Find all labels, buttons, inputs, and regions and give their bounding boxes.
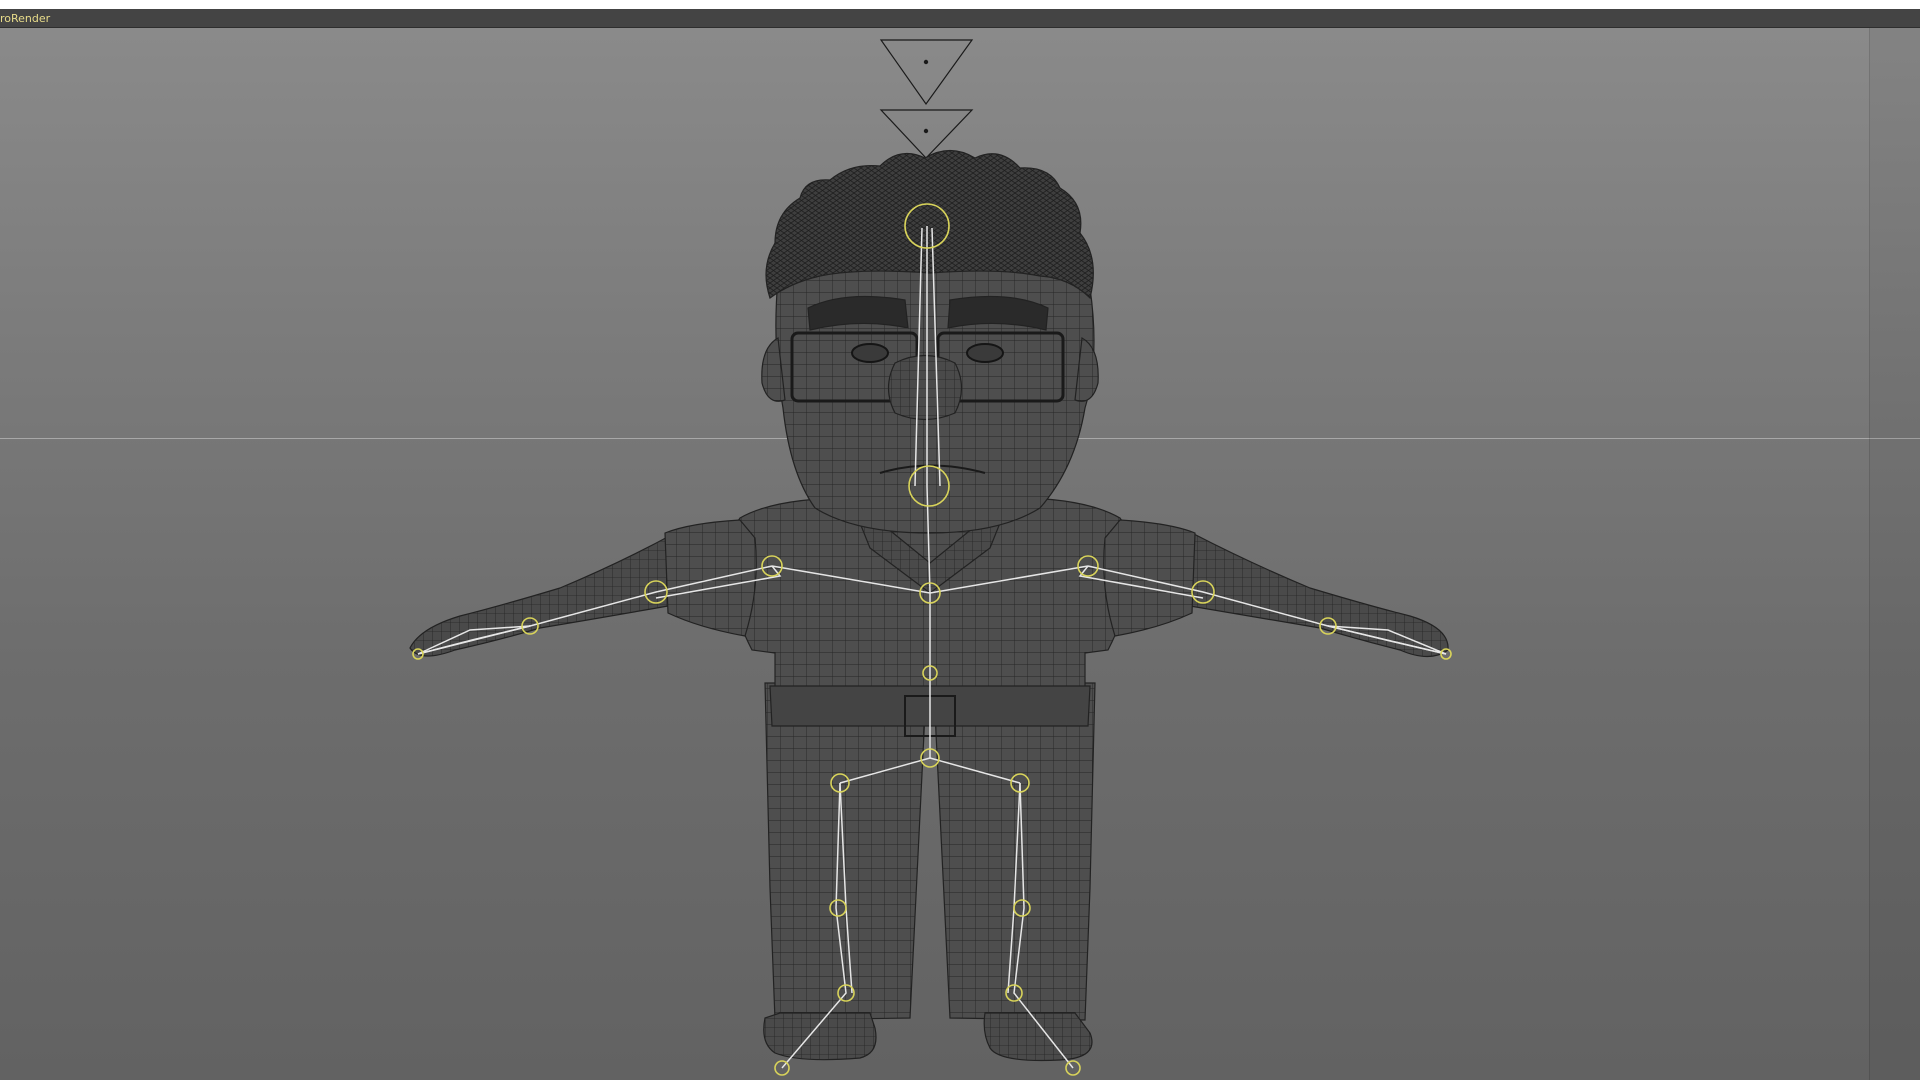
viewport-panel-bar: roRender — [0, 9, 1920, 28]
top-strip — [0, 0, 1920, 9]
renderer-label[interactable]: roRender — [0, 12, 50, 25]
right-shoe-mesh — [983, 1012, 1093, 1062]
left-sleeve-mesh — [664, 519, 757, 637]
left-arm-mesh — [409, 531, 676, 657]
character-mesh[interactable] — [409, 149, 1449, 1062]
maya-window: roRender — [0, 0, 1920, 1080]
left-shoe-mesh — [763, 1012, 877, 1061]
right-arm-mesh — [1189, 532, 1449, 658]
left-eye — [851, 343, 889, 363]
viewport-panel[interactable] — [0, 28, 1920, 1080]
right-eye — [966, 343, 1004, 363]
right-leg-mesh — [934, 682, 1096, 1021]
nose-mesh — [887, 354, 963, 421]
right-sleeve-mesh — [1103, 519, 1196, 637]
character-rig-scene[interactable] — [0, 28, 1920, 1080]
camera-icon[interactable] — [879, 39, 974, 106]
left-leg-mesh — [764, 682, 926, 1021]
